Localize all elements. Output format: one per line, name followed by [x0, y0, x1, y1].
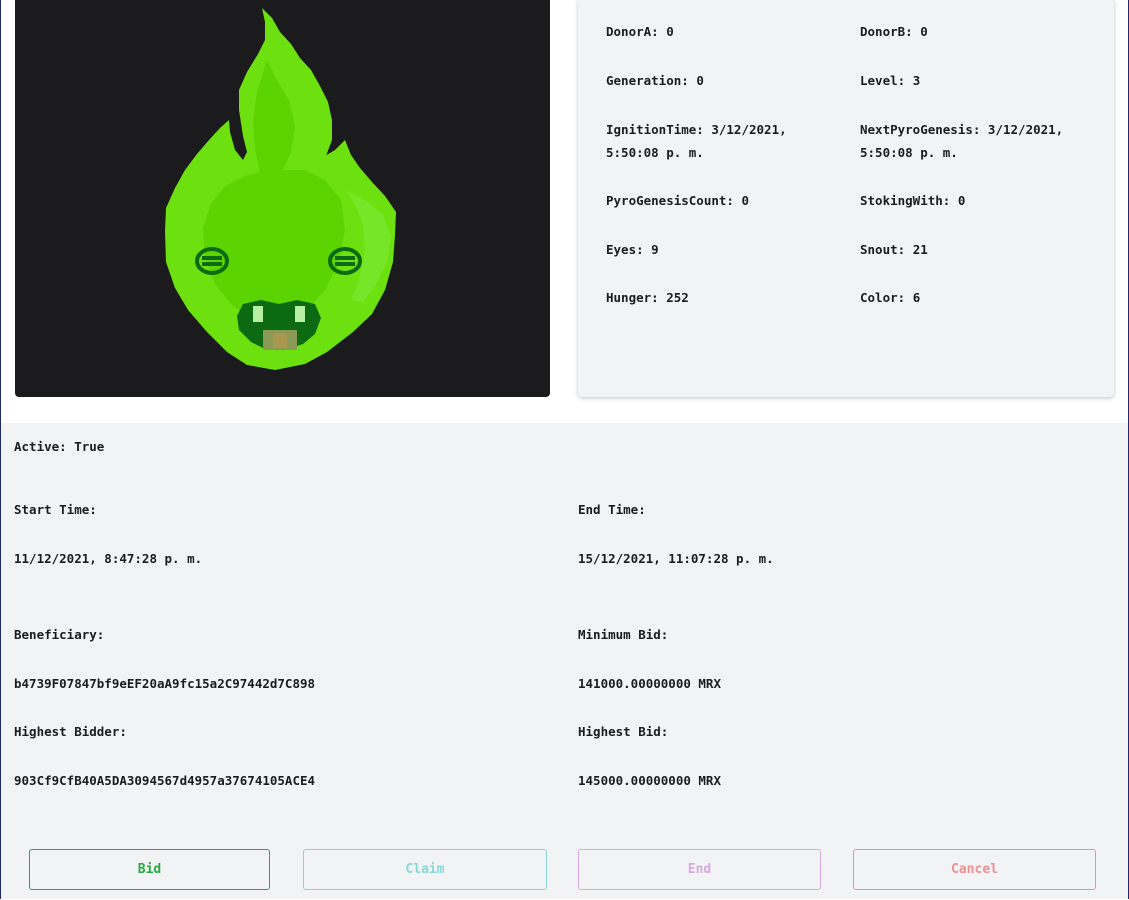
highest-bid-label: Highest Bid:	[578, 724, 669, 739]
cancel-button[interactable]: Cancel	[853, 849, 1096, 890]
attr-donor-b: DonorB: 0	[860, 24, 928, 39]
start-time-value: 11/12/2021, 8:47:28 p. m.	[14, 551, 203, 566]
end-button[interactable]: End	[578, 849, 821, 890]
claim-button[interactable]: Claim	[303, 849, 547, 890]
attr-level: Level: 3	[860, 73, 921, 88]
end-time-label: End Time:	[578, 502, 646, 517]
beneficiary-address: b4739F07847bf9eEF20aA9fc15a2C97442d7C898	[14, 676, 316, 691]
attr-hunger: Hunger: 252	[606, 290, 689, 305]
attr-snout: Snout: 21	[860, 242, 928, 257]
flame-image	[165, 8, 396, 370]
active-status: Active: True	[14, 439, 105, 454]
attr-ignition-time: IgnitionTime: 3/12/2021, 5:50:08 p. m.	[606, 122, 787, 160]
highest-bidder-label: Highest Bidder:	[14, 724, 127, 739]
beneficiary-label: Beneficiary:	[14, 627, 105, 642]
attr-eyes: Eyes: 9	[606, 242, 659, 257]
attributes-card: DonorA: 0 DonorB: 0 Generation: 0 Level:…	[578, 0, 1114, 397]
highest-bidder-address: 903Cf9CfB40A5DA3094567d4957a37674105ACE4	[14, 773, 316, 788]
minimum-bid-value: 141000.00000000 MRX	[578, 676, 721, 691]
attr-stoking-with: StokingWith: 0	[860, 193, 966, 208]
auction-panel: Active: True Start Time: End Time: 11/12…	[1, 423, 1128, 899]
start-time-label: Start Time:	[14, 502, 97, 517]
attr-next-pyrogenesis: NextPyroGenesis: 3/12/2021, 5:50:08 p. m.	[860, 122, 1064, 160]
minimum-bid-label: Minimum Bid:	[578, 627, 669, 642]
attr-generation: Generation: 0	[606, 73, 704, 88]
attr-donor-a: DonorA: 0	[606, 24, 674, 39]
attr-color: Color: 6	[860, 290, 921, 305]
end-time-value: 15/12/2021, 11:07:28 p. m.	[578, 551, 774, 566]
attr-pyrogenesis-count: PyroGenesisCount: 0	[606, 193, 750, 208]
bid-button[interactable]: Bid	[29, 849, 270, 890]
pyro-artwork	[15, 0, 550, 397]
highest-bid-value: 145000.00000000 MRX	[578, 773, 721, 788]
